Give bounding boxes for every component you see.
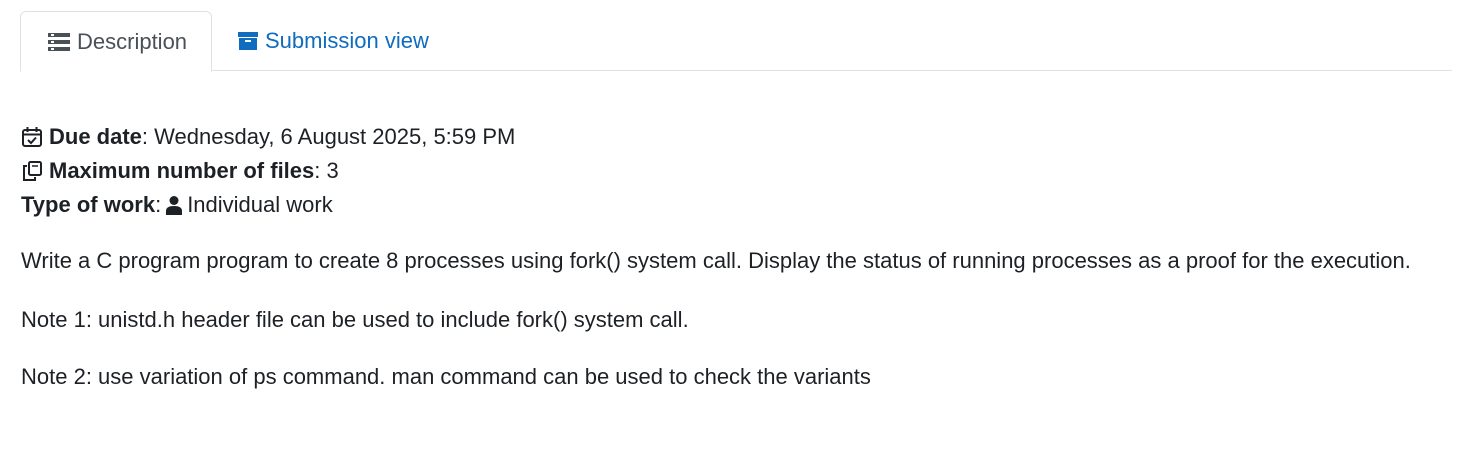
max-files-label: Maximum number of files — [49, 158, 315, 183]
archive-box-icon — [237, 31, 259, 51]
max-files-value: 3 — [326, 158, 339, 183]
description-paragraph-2: Note 1: unistd.h header file can be used… — [21, 307, 689, 332]
max-files-row: Maximum number of files: 3 — [21, 154, 515, 188]
tab-description-label: Description — [77, 28, 188, 54]
due-date-value: Wednesday, 6 August 2025, 5:59 PM — [154, 124, 516, 149]
calendar-check-icon — [21, 126, 43, 148]
tab-submission-view-label: Submission view — [265, 28, 429, 53]
tab-bar: Description Submission view — [20, 11, 1452, 72]
due-date-label: Due date — [49, 124, 142, 149]
due-date-row: Due date: Wednesday, 6 August 2025, 5:59… — [21, 120, 515, 154]
user-icon — [166, 195, 183, 215]
copy-files-icon — [21, 160, 43, 182]
list-icon — [47, 32, 71, 52]
type-of-work-label: Type of work — [21, 192, 156, 217]
max-files-separator: : — [314, 158, 321, 183]
type-of-work-separator: : — [155, 192, 162, 217]
assignment-info: Due date: Wednesday, 6 August 2025, 5:59… — [21, 120, 515, 222]
type-of-work-value: Individual work — [187, 192, 333, 217]
description-paragraph-1: Write a C program program to create 8 pr… — [21, 248, 1411, 273]
tab-description[interactable]: Description — [20, 11, 212, 72]
description-paragraph-3: Note 2: use variation of ps command. man… — [21, 364, 871, 389]
tab-submission-view[interactable]: Submission view — [237, 11, 429, 71]
type-of-work-row: Type of work: Individual work — [21, 188, 515, 222]
due-date-separator: : — [141, 124, 149, 149]
